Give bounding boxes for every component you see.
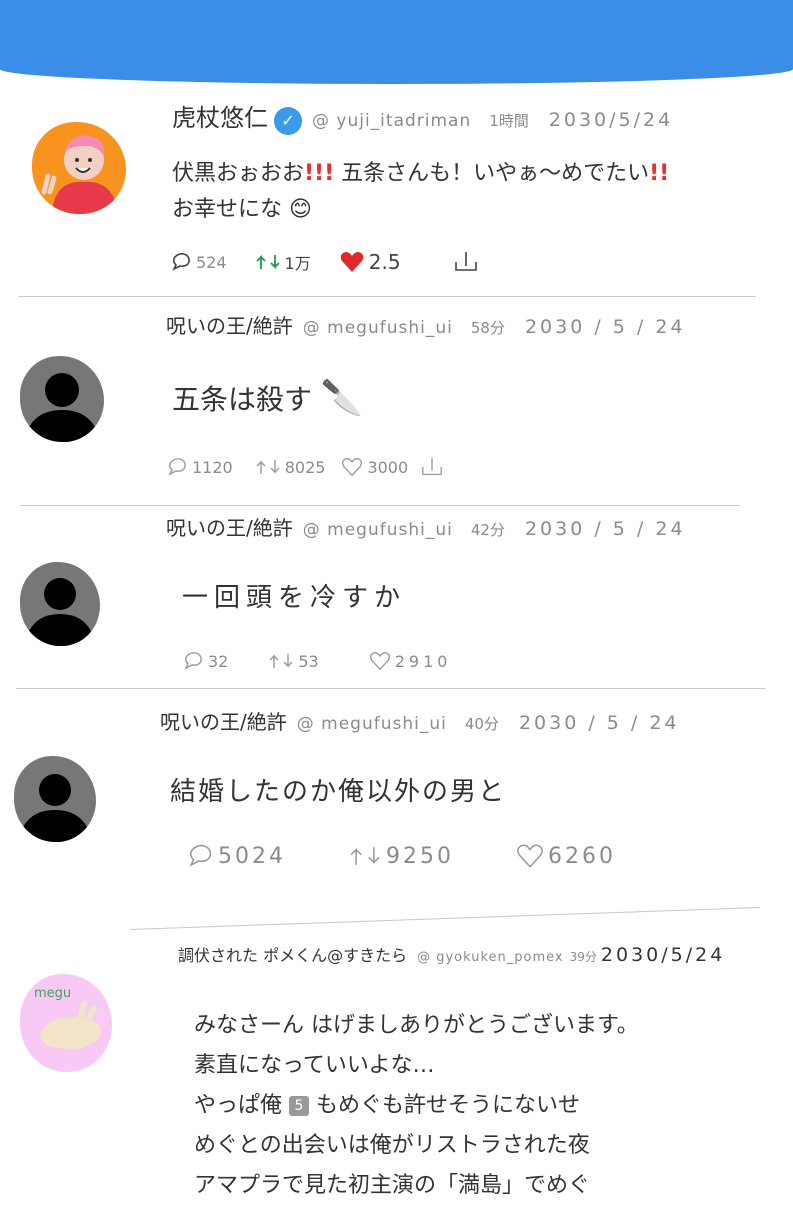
post-time: 58分 <box>470 319 505 337</box>
user-handle[interactable]: @ megufushi_ui <box>297 714 447 734</box>
default-avatar-icon[interactable] <box>20 356 104 442</box>
post-date: 2030 / 5 / 24 <box>524 316 686 338</box>
post-time: 39分 <box>569 950 597 964</box>
reply-icon <box>168 458 186 476</box>
tweet-actions: 1120 8025 3000 <box>166 456 476 478</box>
retweet-icon <box>255 254 280 270</box>
tweet-text: 伏黒おぉおお!!! 五条さんも！いやぁ〜めでたい!! お幸せにな 😊 <box>172 156 732 228</box>
tweet-card[interactable]: 呪いの王/絶許 @ megufushi_ui 58分 2030 / 5 / 24… <box>0 298 793 496</box>
user-handle[interactable]: @ gyokuken_pomex <box>417 950 564 965</box>
tweet-text-line: アマプラで見た初主演の「満島」でめぐ <box>194 1173 591 1198</box>
tweet-card[interactable]: 呪いの王/絶許 @ megufushi_ui 40分 2030 / 5 / 24… <box>0 690 793 902</box>
reply-icon <box>189 844 212 867</box>
tweet-text-part: 伏黒おぉおお <box>172 161 305 186</box>
post-time: 40分 <box>464 715 499 733</box>
post-time: 42分 <box>470 521 505 539</box>
post-date: 2030/5/24 <box>548 109 674 131</box>
default-avatar-icon[interactable] <box>20 562 100 646</box>
tweet-card[interactable]: 調伏された ポメくん@すきたら @ gyokuken_pomex 39分 203… <box>0 920 793 1200</box>
tweet-text: 一回頭を冷すか <box>182 583 407 613</box>
like-count: 2910 <box>394 651 452 671</box>
retweet-button[interactable]: 8025 <box>255 456 326 478</box>
reply-button[interactable]: 1120 <box>166 456 233 478</box>
share-button[interactable] <box>420 456 448 478</box>
user-handle[interactable]: @ megufushi_ui <box>303 318 453 338</box>
number-badge: 5 <box>289 1096 310 1116</box>
knife-icon: 🔪 <box>320 378 364 418</box>
tweet-text-part: 五条さんも！いやぁ〜めでたい <box>341 161 650 186</box>
reply-button[interactable]: 524 <box>170 251 227 273</box>
top-app-bar <box>0 0 793 84</box>
like-button[interactable]: 2910 <box>369 651 452 671</box>
tweet-text: 五条は殺す 🔪 <box>172 380 363 418</box>
heart-icon <box>340 252 364 272</box>
reply-count: 524 <box>196 252 227 272</box>
reply-count: 5024 <box>218 843 286 869</box>
tweet-text: みなさーん はげましありがとうございます。 素直になっていいよな… やっぱ俺 5… <box>194 1006 774 1206</box>
post-date: 2030 / 5 / 24 <box>524 518 686 540</box>
tweet-text-part: やっぱ俺 <box>194 1093 283 1118</box>
user-handle[interactable]: @ yuji_itadriman <box>312 111 471 131</box>
display-name[interactable]: 呪いの王/絶許 <box>166 310 293 339</box>
like-button[interactable]: 2.5 <box>339 250 401 274</box>
megu-avatar-icon[interactable]: megu <box>20 974 112 1072</box>
tweet-card[interactable]: 呪いの王/絶許 @ megufushi_ui 42分 2030 / 5 / 24… <box>0 506 793 688</box>
retweet-icon <box>256 460 280 474</box>
display-name[interactable]: 呪いの王/絶許 <box>166 512 293 541</box>
post-time: 1時間 <box>489 112 529 130</box>
tweet-text-line: お幸せにな 😊 <box>172 197 312 222</box>
tweet-card[interactable]: 虎杖悠仁 ✓ @ yuji_itadriman 1時間 2030/5/24 伏黒… <box>0 92 793 297</box>
retweet-button[interactable]: 9250 <box>348 842 454 870</box>
retweet-icon <box>269 654 293 668</box>
retweet-count: 1万 <box>284 254 311 273</box>
reply-button[interactable]: 5024 <box>186 842 286 870</box>
share-icon <box>422 457 442 475</box>
display-name[interactable]: 調伏された ポメくん@すきたら <box>178 942 407 966</box>
exclamation-mark: !! <box>649 161 670 186</box>
retweet-count: 53 <box>298 651 319 671</box>
retweet-button[interactable]: 53 <box>268 650 319 672</box>
retweet-icon <box>350 847 380 865</box>
tweet-text-part: もめぐも許せそうにないせ <box>316 1093 581 1118</box>
like-count: 2.5 <box>368 250 401 274</box>
retweet-count: 8025 <box>284 457 326 477</box>
retweet-count: 9250 <box>386 843 454 869</box>
display-name[interactable]: 虎杖悠仁 <box>172 98 268 133</box>
tweet-actions: 5024 9250 6260 <box>186 842 644 870</box>
like-count: 3000 <box>367 457 409 477</box>
tweet-divider <box>16 688 766 689</box>
reply-count: 1120 <box>192 457 233 477</box>
user-handle[interactable]: @ megufushi_ui <box>303 520 453 540</box>
tweet-actions: 32 53 2910 <box>182 650 479 672</box>
heart-icon <box>342 458 363 477</box>
tweet-text-line: めぐとの出会いは俺がリストラされた夜 <box>194 1133 590 1158</box>
post-date: 2030/5/24 <box>600 944 726 966</box>
heart-icon <box>517 844 543 868</box>
tweet-actions: 524 1万 2.5 <box>170 250 511 274</box>
display-name[interactable]: 呪いの王/絶許 <box>160 706 287 735</box>
share-button[interactable] <box>453 250 483 274</box>
exclamation-mark: !!! <box>304 161 335 186</box>
tweet-text-part: 五条は殺す <box>172 383 313 416</box>
share-icon <box>454 252 477 271</box>
reply-icon <box>172 253 190 271</box>
reply-button[interactable]: 32 <box>182 650 228 672</box>
like-button[interactable]: 3000 <box>341 457 408 477</box>
like-button[interactable]: 6260 <box>516 843 616 869</box>
like-count: 6260 <box>548 843 616 869</box>
default-avatar-icon[interactable] <box>14 756 96 842</box>
tweet-text-line: みなさーん はげましありがとうございます。 <box>194 1013 639 1038</box>
heart-icon <box>369 652 390 671</box>
verified-badge-icon: ✓ <box>274 107 302 135</box>
reply-count: 32 <box>208 651 229 671</box>
post-date: 2030 / 5 / 24 <box>518 712 680 734</box>
tweet-divider <box>18 296 756 297</box>
tweet-text: 結婚したのか俺以外の男と <box>170 777 507 807</box>
tweet-text-line: 素直になっていいよな… <box>194 1053 435 1078</box>
yuji-avatar-icon[interactable] <box>32 122 126 214</box>
retweet-button[interactable]: 1万 <box>255 250 311 274</box>
reply-icon <box>184 652 202 670</box>
